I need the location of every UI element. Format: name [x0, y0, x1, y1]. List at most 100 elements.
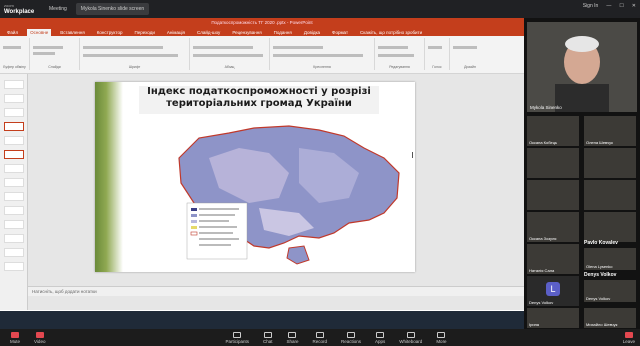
mute-button[interactable]: Mute: [10, 331, 20, 344]
participant-tile[interactable]: Olena Lysenko: [584, 248, 636, 270]
slide-thumbnail[interactable]: [4, 248, 24, 257]
microphone-icon: [11, 331, 19, 338]
current-slide[interactable]: Індекс податкоспроможності у розрізі тер…: [95, 82, 415, 272]
ribbon-tab[interactable]: Вставлення: [57, 29, 88, 36]
shared-screen: Податкоспроможність ТГ 2020 .pptx - Powe…: [0, 18, 524, 329]
participant-tile[interactable]: Denys Volkov: [584, 280, 636, 302]
ribbon-tab[interactable]: Файл: [4, 29, 21, 36]
meeting-controls: Mute Video Participants Chat Share Recor…: [0, 329, 640, 346]
ukraine-map: [178, 125, 400, 265]
ribbon-group-drawing[interactable]: Креслення: [270, 38, 375, 70]
chat-button[interactable]: Chat: [263, 331, 272, 344]
whiteboard-button[interactable]: Whiteboard: [399, 331, 422, 344]
participant-tile[interactable]: Оксана Кобець: [527, 116, 579, 146]
slide-thumbnail[interactable]: [4, 220, 24, 229]
sign-in-link[interactable]: Sign In: [583, 3, 599, 9]
ribbon-tab[interactable]: Слайд-шоу: [194, 29, 223, 36]
slide-thumbnail[interactable]: [4, 262, 24, 271]
video-button[interactable]: Video: [34, 331, 45, 344]
apps-button[interactable]: Apps: [375, 331, 385, 344]
slide-thumbnail[interactable]: [4, 136, 24, 145]
people-icon: [233, 331, 242, 338]
more-icon: [437, 331, 446, 338]
ribbon-tab[interactable]: Подання: [271, 29, 295, 36]
notes-pane[interactable]: Натисніть, щоб додати нотатки: [28, 286, 524, 296]
ribbon-group-editing[interactable]: Редагування: [375, 38, 425, 70]
participant-tile[interactable]: Олена Шевчук: [584, 116, 636, 146]
participant-tile[interactable]: L Denys Volkov: [527, 276, 579, 306]
slide-decoration: [95, 82, 123, 272]
close-icon[interactable]: ✕: [632, 3, 636, 9]
participant-tile[interactable]: Ірина: [527, 308, 579, 328]
zoom-brand: zoom Workplace: [0, 3, 40, 15]
reactions-button[interactable]: Reactions: [341, 331, 361, 344]
top-bar: zoom Workplace Meeting Mykola Sinenko sl…: [0, 0, 640, 18]
slide-thumbnail[interactable]: [4, 150, 24, 159]
ribbon-tab[interactable]: Рецензування: [229, 29, 264, 36]
share-icon: [288, 331, 297, 338]
maximize-icon[interactable]: ☐: [619, 3, 623, 9]
speaker-name: Mykola Sinenko: [530, 105, 562, 110]
ribbon-tab[interactable]: Основне: [27, 29, 52, 36]
participant-tile[interactable]: [584, 212, 636, 242]
participant-tile[interactable]: [527, 180, 579, 210]
participant-tile[interactable]: [584, 148, 636, 178]
leave-button[interactable]: Leave: [623, 331, 635, 344]
slide-thumbnail-selected[interactable]: [4, 122, 24, 131]
ribbon-group-clipboard[interactable]: Буфер обміну: [0, 38, 30, 70]
leave-icon: [624, 331, 633, 338]
participant-name: Pavlo Kovalev: [584, 240, 618, 246]
ribbon-tab[interactable]: Конструктор: [94, 29, 126, 36]
ribbon-tab[interactable]: Формат: [329, 29, 351, 36]
slide-thumbnail[interactable]: [4, 192, 24, 201]
ribbon-tab[interactable]: Переходи: [131, 29, 157, 36]
record-button[interactable]: Record: [313, 331, 327, 344]
chat-icon: [263, 331, 272, 338]
avatar: L: [546, 282, 560, 296]
active-speaker-video[interactable]: Mykola Sinenko: [527, 22, 637, 112]
ribbon-group-design[interactable]: Дизайн: [450, 38, 490, 70]
smile-icon: [347, 331, 356, 338]
participants-panel: Mykola Sinenko Оксана Кобець Олена Шевчу…: [524, 18, 640, 329]
record-icon: [315, 331, 324, 338]
slide-thumbnail[interactable]: [4, 108, 24, 117]
slide-thumbnail[interactable]: [4, 164, 24, 173]
participant-tile[interactable]: Оксана Зозуля: [527, 212, 579, 242]
participant-tile[interactable]: [527, 148, 579, 178]
minimize-icon[interactable]: —: [606, 3, 611, 9]
zoom-window: zoom Workplace Meeting Mykola Sinenko sl…: [0, 0, 640, 346]
speaker-image: [527, 22, 637, 112]
topbar-controls: Sign In — ☐ ✕: [583, 3, 636, 9]
participant-tile[interactable]: Наталія Сала: [527, 244, 579, 274]
ribbon-tab[interactable]: Анімація: [164, 29, 188, 36]
ribbon-group-paragraph[interactable]: Абзац: [190, 38, 270, 70]
ribbon-tab[interactable]: Довідка: [301, 29, 323, 36]
ribbon-group-font[interactable]: Шрифт: [80, 38, 190, 70]
participant-tile[interactable]: [584, 180, 636, 210]
participant-tile[interactable]: Михайло Шевчук: [584, 308, 636, 328]
slide-thumbnail[interactable]: [4, 234, 24, 243]
tab-meeting[interactable]: Meeting: [44, 3, 72, 15]
slide-thumbnails[interactable]: [0, 74, 28, 310]
slide-title: Індекс податкоспроможності у розрізі тер…: [139, 86, 379, 114]
editing-area: Індекс податкоспроможності у розрізі тер…: [0, 74, 524, 310]
ribbon-group-voice[interactable]: Голос: [425, 38, 450, 70]
camera-icon: [35, 331, 44, 338]
share-button[interactable]: Share: [286, 331, 299, 344]
slide-thumbnail[interactable]: [4, 206, 24, 215]
windows-taskbar: [0, 311, 524, 329]
slide-thumbnail[interactable]: [4, 80, 24, 89]
slide-thumbnail[interactable]: [4, 178, 24, 187]
participant-name: Denys Volkov: [584, 272, 617, 278]
text-cursor-icon: [412, 152, 415, 158]
whiteboard-icon: [406, 331, 415, 338]
ribbon-group-slides[interactable]: Слайди: [30, 38, 80, 70]
slide-thumbnail[interactable]: [4, 94, 24, 103]
ribbon: Буфер обміну Слайди Шрифт Абзац Кресленн…: [0, 36, 524, 74]
ribbon-tabs: Файл Основне Вставлення Конструктор Пере…: [0, 26, 524, 36]
ribbon-tab[interactable]: Скажіть, що потрібно зробити: [357, 29, 425, 36]
tab-shared-screen[interactable]: Mykola Sinenko slide screen: [75, 3, 150, 15]
participants-button[interactable]: Participants: [225, 331, 249, 344]
more-button[interactable]: More: [436, 331, 447, 344]
brand-label: Workplace: [4, 9, 35, 15]
